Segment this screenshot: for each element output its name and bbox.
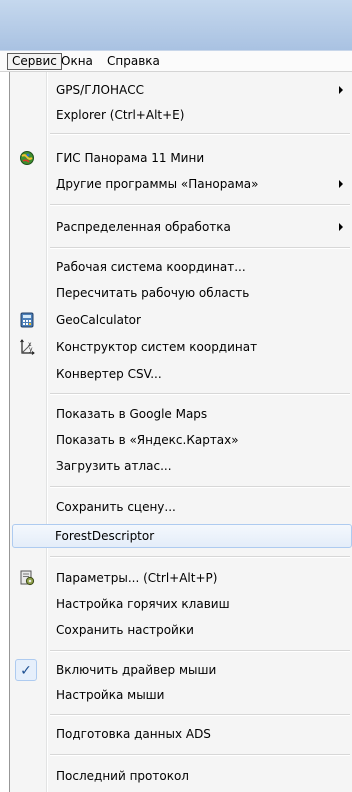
menu-item-csv-converter[interactable]: Конвертер CSV... — [13, 362, 352, 386]
menu-item-forest-descriptor[interactable]: ForestDescriptor — [12, 524, 352, 548]
menu-separator — [50, 650, 350, 652]
menu-item-label: Explorer (Ctrl+Alt+E) — [56, 108, 185, 122]
menu-item-yandex-maps[interactable]: Показать в «Яндекс.Картах» — [13, 428, 352, 452]
window-title-bar — [0, 0, 352, 50]
menu-item-label: Конвертер CSV... — [56, 367, 162, 381]
menu-item-other-programs[interactable]: Другие программы «Панорама» — [13, 172, 352, 196]
menu-item-google-maps[interactable]: Показать в Google Maps — [13, 402, 352, 426]
menu-okna[interactable]: Окна — [57, 53, 97, 70]
servis-dropdown-menu: GPS/ГЛОНАСС Explorer (Ctrl+Alt+E) ГИС Па… — [9, 72, 352, 792]
menu-separator — [50, 754, 350, 756]
menu-item-label: Конструктор систем координат — [56, 340, 258, 354]
menu-item-gps-glonass[interactable]: GPS/ГЛОНАСС — [13, 78, 352, 102]
menu-item-label: Показать в Google Maps — [56, 407, 208, 421]
menu-item-save-settings[interactable]: Сохранить настройки — [13, 618, 352, 642]
menu-servis[interactable]: Сервис — [7, 53, 62, 70]
menu-item-label: GPS/ГЛОНАСС — [56, 83, 144, 97]
menu-item-label: Сохранить настройки — [56, 623, 194, 637]
menu-item-hotkeys[interactable]: Настройка горячих клавиш — [13, 592, 352, 616]
menu-bar: Сервис Окна Справка — [0, 50, 352, 72]
menu-item-label: ForestDescriptor — [55, 529, 155, 543]
menu-item-recalc-area[interactable]: Пересчитать рабочую область — [13, 281, 352, 305]
globe-icon — [19, 150, 35, 166]
menu-item-gis-panorama[interactable]: ГИС Панорама 11 Мини — [13, 146, 352, 170]
checkmark-icon: ✓ — [20, 663, 32, 679]
menu-separator — [50, 393, 350, 395]
menu-item-distributed-processing[interactable]: Распределенная обработка — [13, 215, 352, 239]
menu-item-label: Настройка мыши — [56, 688, 165, 702]
menu-separator — [50, 714, 350, 716]
menu-item-label: Пересчитать рабочую область — [56, 286, 250, 300]
menu-item-parameters[interactable]: Параметры... (Ctrl+Alt+P) — [13, 566, 352, 590]
menu-item-label: Настройка горячих клавиш — [56, 597, 230, 611]
menu-separator — [50, 247, 350, 249]
menu-item-label: Включить драйвер мыши — [56, 663, 217, 677]
menu-separator — [50, 204, 350, 206]
menu-item-label: Показать в «Яндекс.Картах» — [56, 433, 239, 447]
menu-item-working-crs[interactable]: Рабочая система координат... — [13, 255, 352, 279]
menu-item-label: Другие программы «Панорама» — [56, 177, 259, 191]
menu-item-label: Загрузить атлас... — [56, 459, 172, 473]
menu-item-label: GeoCalculator — [56, 313, 141, 327]
menu-item-label: Параметры... (Ctrl+Alt+P) — [56, 571, 218, 585]
menu-item-label: Подготовка данных ADS — [56, 727, 211, 741]
submenu-arrow-icon — [339, 180, 343, 188]
svg-text:y: y — [29, 346, 33, 353]
menu-item-crs-builder[interactable]: x y Конструктор систем координат — [13, 335, 352, 359]
calculator-icon — [19, 312, 35, 328]
menu-item-label: Распределенная обработка — [56, 220, 231, 234]
menu-separator — [50, 133, 350, 135]
menu-item-save-scene[interactable]: Сохранить сцену... — [13, 495, 352, 519]
checked-state-box: ✓ — [15, 659, 37, 681]
menu-item-last-log[interactable]: Последний протокол — [13, 764, 352, 788]
menu-item-label: Сохранить сцену... — [56, 500, 176, 514]
menu-separator — [50, 486, 350, 488]
menu-item-explorer[interactable]: Explorer (Ctrl+Alt+E) — [13, 103, 352, 127]
menu-item-load-atlas[interactable]: Загрузить атлас... — [13, 454, 352, 478]
settings-icon — [19, 570, 35, 586]
menu-item-mouse-driver[interactable]: ✓ Включить драйвер мыши — [13, 658, 352, 682]
menu-item-mouse-settings[interactable]: Настройка мыши — [13, 683, 352, 707]
menu-item-ads-data[interactable]: Подготовка данных ADS — [13, 722, 352, 746]
submenu-arrow-icon — [339, 223, 343, 231]
menu-spravka[interactable]: Справка — [103, 53, 164, 70]
axes-icon: x y — [19, 339, 35, 355]
menu-item-label: Рабочая система координат... — [56, 260, 246, 274]
menu-item-label: ГИС Панорама 11 Мини — [56, 151, 205, 165]
menu-item-geocalculator[interactable]: GeoCalculator — [13, 308, 352, 332]
menu-separator — [50, 556, 350, 558]
submenu-arrow-icon — [339, 86, 343, 94]
menu-item-label: Последний протокол — [56, 769, 189, 783]
